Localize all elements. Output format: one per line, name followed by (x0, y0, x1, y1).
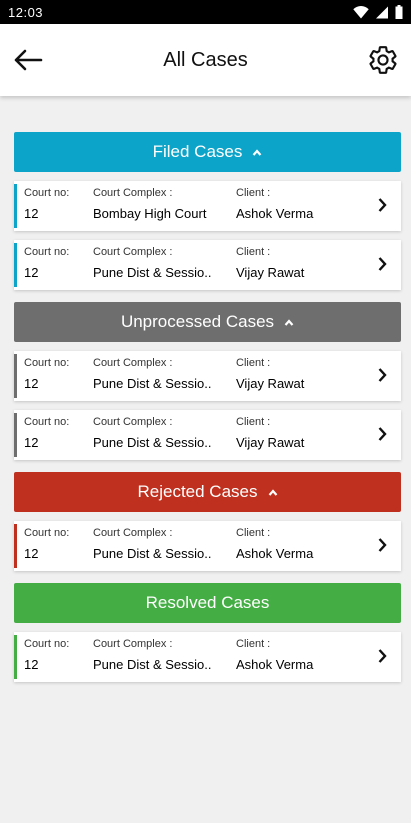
wifi-icon (353, 5, 369, 18)
court-no-label: Court no: (24, 357, 70, 369)
court-no-field: Court no: 12 (24, 416, 69, 450)
client-field: Client : Vijay Rawat (236, 246, 304, 280)
court-complex-label: Court Complex : (93, 246, 173, 258)
client-label: Client : (236, 246, 271, 258)
court-complex-label: Court Complex : (93, 638, 173, 650)
court-no-field: Court no: 12 (24, 187, 69, 221)
court-no-value: 12 (24, 376, 39, 391)
gear-icon (369, 46, 397, 74)
court-no-label: Court no: (24, 246, 70, 258)
chevron-right-icon (378, 368, 387, 382)
section-title: Filed Cases (152, 142, 243, 161)
court-complex-value: Pune Dist & Sessio.. (93, 435, 212, 450)
case-status-accent (14, 635, 17, 679)
chevron-right-icon (378, 427, 387, 441)
case-card[interactable]: Court no: 12 Court Complex : Pune Dist & Se… (14, 351, 401, 401)
client-field: Client : Ashok Verma (236, 638, 313, 672)
court-no-label: Court no: (24, 416, 70, 428)
court-no-field: Court no: 12 (24, 246, 69, 280)
court-no-value: 12 (24, 265, 39, 280)
section-title: Resolved Cases (145, 593, 270, 612)
court-complex-value: Pune Dist & Sessio.. (93, 657, 212, 672)
court-no-value: 12 (24, 657, 39, 672)
chevron-up-icon (284, 318, 294, 326)
case-status-accent (14, 184, 17, 228)
back-button[interactable] (12, 45, 44, 75)
client-field: Client : Ashok Verma (236, 527, 313, 561)
client-value: Ashok Verma (236, 206, 314, 221)
client-label: Client : (236, 357, 271, 369)
court-complex-label: Court Complex : (93, 527, 173, 539)
court-complex-value: Pune Dist & Sessio.. (93, 546, 212, 561)
section-header-rejected-cases[interactable]: Rejected Cases (14, 472, 401, 512)
court-no-label: Court no: (24, 638, 70, 650)
section-header-resolved-cases[interactable]: Resolved Cases (14, 583, 401, 623)
court-no-field: Court no: 12 (24, 527, 69, 561)
case-list: Filed Cases Court no: 12 Court Complex : Bom… (14, 132, 401, 682)
arrow-left-icon (14, 49, 43, 71)
chevron-up-icon (253, 148, 262, 156)
client-value: Ashok Verma (236, 546, 314, 561)
case-card[interactable]: Court no: 12 Court Complex : Bombay High Co… (14, 181, 401, 231)
court-complex-value: Pune Dist & Sessio.. (93, 265, 212, 280)
court-complex-field: Court Complex : Pune Dist & Sessio.. (93, 246, 218, 280)
chevron-right-icon (378, 257, 387, 271)
case-status-accent (14, 243, 17, 287)
court-complex-field: Court Complex : Bombay High Court (93, 187, 218, 221)
status-bar: 12:03 (0, 0, 411, 24)
status-icons (353, 5, 403, 19)
battery-icon (395, 5, 403, 19)
client-field: Client : Ashok Verma (236, 187, 313, 221)
section-title: Rejected Cases (137, 482, 258, 501)
section-header-filed-cases[interactable]: Filed Cases (14, 132, 401, 172)
chevron-right-icon (378, 649, 387, 663)
status-time: 12:03 (8, 4, 44, 20)
court-complex-label: Court Complex : (93, 357, 173, 369)
case-card[interactable]: Court no: 12 Court Complex : Pune Dist & Se… (14, 410, 401, 460)
client-field: Client : Vijay Rawat (236, 357, 304, 391)
court-no-label: Court no: (24, 527, 70, 539)
client-value: Vijay Rawat (236, 376, 305, 391)
client-label: Client : (236, 187, 271, 199)
court-complex-field: Court Complex : Pune Dist & Sessio.. (93, 416, 218, 450)
case-status-accent (14, 354, 17, 398)
client-field: Client : Vijay Rawat (236, 416, 304, 450)
court-complex-field: Court Complex : Pune Dist & Sessio.. (93, 638, 218, 672)
client-value: Vijay Rawat (236, 265, 305, 280)
settings-button[interactable] (367, 44, 399, 76)
case-status-accent (14, 524, 17, 568)
case-status-accent (14, 413, 17, 457)
chevron-right-icon (378, 538, 387, 552)
court-complex-value: Pune Dist & Sessio.. (93, 376, 212, 391)
client-label: Client : (236, 416, 271, 428)
court-complex-label: Court Complex : (93, 187, 173, 199)
client-label: Client : (236, 638, 271, 650)
chevron-up-icon (268, 488, 277, 496)
cellular-signal-icon (376, 6, 388, 18)
section-title: Unprocessed Cases (120, 312, 275, 331)
case-card[interactable]: Court no: 12 Court Complex : Pune Dist & Se… (14, 521, 401, 571)
chevron-right-icon (378, 198, 387, 212)
court-complex-field: Court Complex : Pune Dist & Sessio.. (93, 527, 218, 561)
court-no-value: 12 (24, 435, 39, 450)
court-no-label: Court no: (24, 187, 70, 199)
court-no-field: Court no: 12 (24, 638, 69, 672)
client-value: Ashok Verma (236, 657, 314, 672)
client-value: Vijay Rawat (236, 435, 305, 450)
court-complex-field: Court Complex : Pune Dist & Sessio.. (93, 357, 218, 391)
page-title: All Cases (163, 48, 248, 71)
court-no-value: 12 (24, 206, 39, 221)
court-complex-label: Court Complex : (93, 416, 173, 428)
case-card[interactable]: Court no: 12 Court Complex : Pune Dist & Se… (14, 240, 401, 290)
court-no-field: Court no: 12 (24, 357, 69, 391)
client-label: Client : (236, 527, 271, 539)
case-card[interactable]: Court no: 12 Court Complex : Pune Dist & Se… (14, 632, 401, 682)
section-header-unprocessed-cases[interactable]: Unprocessed Cases (14, 302, 401, 342)
court-no-value: 12 (24, 546, 39, 561)
court-complex-value: Bombay High Court (93, 206, 207, 221)
app-bar: All Cases (0, 24, 411, 96)
